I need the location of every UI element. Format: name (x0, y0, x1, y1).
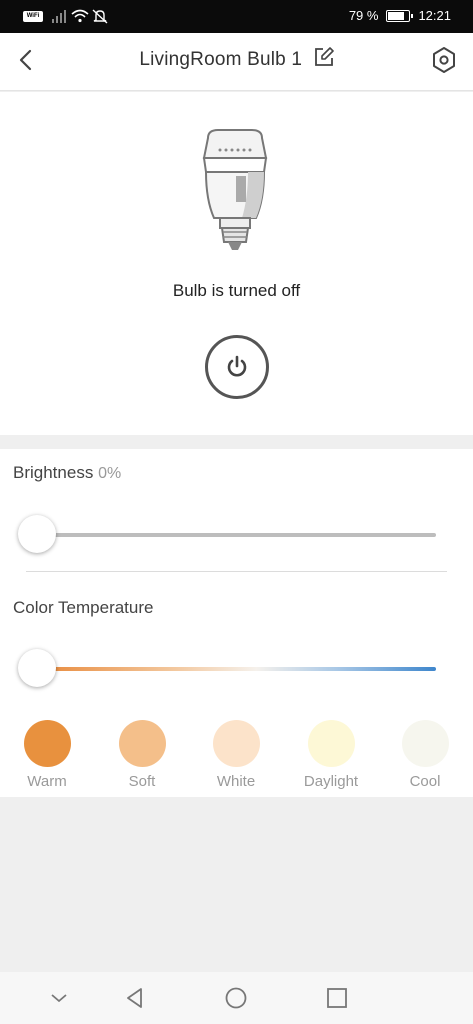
power-button[interactable] (205, 335, 269, 399)
preset-white-dot[interactable] (212, 720, 260, 767)
preset-daylight[interactable]: Daylight (291, 720, 371, 790)
preset-soft-label: Soft (128, 773, 156, 790)
divider (26, 571, 447, 572)
system-navigation-bar (0, 972, 473, 1024)
brightness-label: Brightness 0% (13, 463, 121, 483)
page-title: LivingRoom Bulb 1 (139, 49, 303, 70)
bulb-panel: Bulb is turned off (0, 92, 473, 435)
preset-soft-dot[interactable] (118, 720, 166, 767)
app-header: LivingRoom Bulb 1 (0, 33, 473, 91)
brightness-label-text: Brightness (13, 463, 94, 482)
preset-daylight-dot[interactable] (307, 720, 355, 767)
battery-icon (386, 9, 414, 22)
preset-daylight-label: Daylight (303, 773, 359, 790)
brightness-slider[interactable] (18, 515, 436, 555)
color-temperature-track[interactable] (37, 667, 436, 671)
preset-cool-dot[interactable] (401, 720, 449, 767)
preset-white[interactable]: White (196, 720, 276, 790)
power-icon (227, 355, 247, 377)
wifi-badge: WiFi (23, 11, 43, 22)
brightness-slider-knob[interactable] (18, 515, 56, 553)
bulb-status-text: Bulb is turned off (172, 281, 301, 300)
clock: 12:21 (418, 8, 451, 23)
hexagon-settings-icon[interactable] (431, 46, 457, 74)
color-temperature-label: Color Temperature (13, 598, 154, 617)
battery-percentage: 79 % (348, 8, 379, 23)
status-bar: WiFi 79 % 12:21 (0, 0, 473, 33)
back-triangle-icon[interactable] (123, 986, 147, 1010)
color-temperature-slider-knob[interactable] (18, 649, 56, 687)
preset-cool-label: Cool (409, 773, 441, 790)
preset-soft[interactable]: Soft (102, 720, 182, 790)
preset-warm-label: Warm (27, 773, 67, 790)
chevron-down-icon[interactable] (47, 986, 71, 1010)
brightness-value: 0% (98, 465, 122, 482)
light-bulb-icon (202, 129, 268, 250)
recents-square-icon[interactable] (325, 986, 349, 1010)
preset-cool[interactable]: Cool (385, 720, 465, 790)
home-circle-icon[interactable] (224, 986, 248, 1010)
controls-panel: Brightness 0% Color Temperature Warm Sof… (0, 449, 473, 797)
edit-icon[interactable] (314, 47, 334, 67)
preset-warm-dot[interactable] (23, 720, 71, 767)
preset-warm[interactable]: Warm (7, 720, 87, 790)
signal-wifi-mute-icons (52, 9, 108, 24)
brightness-track[interactable] (37, 533, 436, 537)
preset-white-label: White (216, 773, 256, 790)
color-presets: Warm Soft White Daylight Cool (0, 720, 473, 795)
color-temperature-slider[interactable] (18, 649, 436, 689)
